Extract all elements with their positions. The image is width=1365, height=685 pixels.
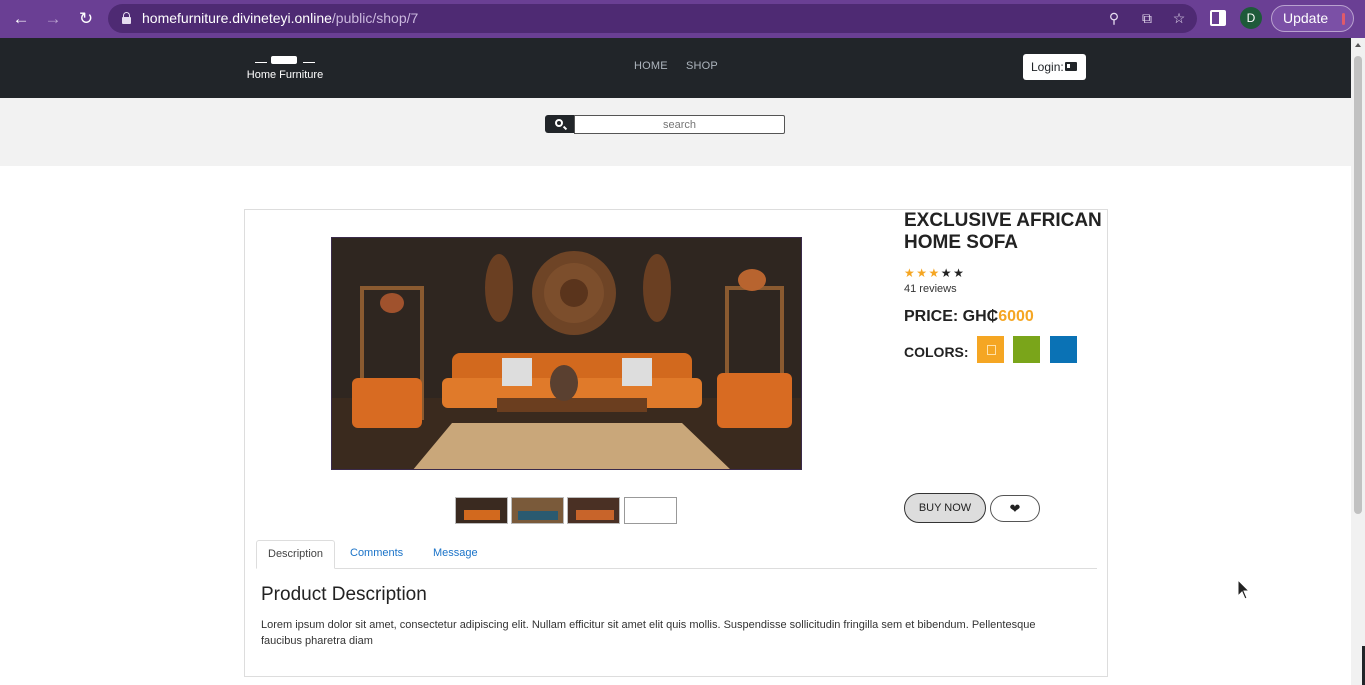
- browser-toolbar: ← → ↻ homefurniture.divineteyi.online/pu…: [0, 0, 1365, 38]
- rating-stars: ★★★★★: [904, 266, 965, 280]
- tab-comments[interactable]: Comments: [339, 540, 414, 569]
- product-card: EXCLUSIVE AFRICAN HOME SOFA ★★★★★ 41 rev…: [244, 209, 1108, 677]
- product-title: EXCLUSIVE AFRICAN HOME SOFA: [904, 210, 1102, 253]
- color-swatch-orange[interactable]: [977, 336, 1004, 363]
- share-icon[interactable]: ⧉: [1138, 9, 1156, 27]
- scroll-thumb[interactable]: [1354, 56, 1362, 514]
- sofa-room-illustration: [332, 238, 801, 469]
- scroll-up-arrow-icon[interactable]: [1355, 43, 1361, 47]
- search-input[interactable]: [574, 115, 785, 134]
- search-section: [0, 98, 1351, 166]
- tab-description[interactable]: Description: [256, 540, 336, 569]
- sofa-logo-icon: [255, 54, 315, 66]
- heart-icon: ❤: [1009, 501, 1021, 516]
- url-text[interactable]: homefurniture.divineteyi.online/public/s…: [142, 10, 418, 26]
- thumbnail-image: [456, 498, 507, 523]
- price: PRICE: GH₵6000: [904, 308, 1034, 325]
- mouse-cursor-icon: [1237, 579, 1251, 600]
- id-card-icon: [1065, 62, 1077, 71]
- logo-text: Home Furniture: [246, 69, 324, 81]
- thumbnail-image: [568, 498, 619, 523]
- product-thumbnail-empty[interactable]: [624, 497, 677, 524]
- bookmark-star-icon[interactable]: ☆: [1170, 9, 1188, 27]
- color-swatch-green[interactable]: [1013, 336, 1040, 363]
- back-arrow-icon[interactable]: ←: [9, 7, 33, 31]
- update-button[interactable]: Update: [1271, 5, 1354, 32]
- forward-arrow-icon[interactable]: →: [41, 7, 65, 31]
- product-thumbnail[interactable]: [455, 497, 508, 524]
- star-empty-icon: ★: [940, 266, 954, 280]
- reload-icon[interactable]: ↻: [74, 7, 98, 31]
- description-text: Lorem ipsum dolor sit amet, consectetur …: [261, 619, 1036, 647]
- star-filled-icon: ★: [904, 266, 917, 280]
- lock-icon: [122, 12, 131, 24]
- login-button[interactable]: Login:: [1023, 54, 1086, 80]
- star-empty-icon: ★: [953, 266, 966, 280]
- thumbnail-image: [512, 498, 563, 523]
- search-button[interactable]: [545, 115, 574, 133]
- review-count: 41 reviews: [904, 283, 957, 295]
- product-main-image[interactable]: [331, 237, 802, 470]
- site-navbar: Home Furniture HOME SHOP Login:: [0, 38, 1351, 98]
- nav-home[interactable]: HOME: [634, 60, 668, 72]
- zoom-icon[interactable]: ⚲: [1105, 9, 1123, 27]
- star-filled-icon: ★: [916, 266, 929, 280]
- product-thumbnail[interactable]: [511, 497, 564, 524]
- side-panel-icon[interactable]: [1210, 10, 1226, 26]
- nav-shop[interactable]: SHOP: [686, 60, 718, 72]
- color-swatch-blue[interactable]: [1050, 336, 1077, 363]
- profile-avatar[interactable]: D: [1240, 7, 1262, 29]
- page-scrollbar[interactable]: [1351, 38, 1365, 685]
- address-bar[interactable]: homefurniture.divineteyi.online/public/s…: [108, 4, 1197, 33]
- tab-message[interactable]: Message: [422, 540, 489, 569]
- menu-dots-icon: [1342, 13, 1345, 25]
- price-value: 6000: [998, 308, 1034, 325]
- product-thumbnail[interactable]: [567, 497, 620, 524]
- wishlist-button[interactable]: ❤: [990, 495, 1040, 522]
- star-filled-icon: ★: [928, 266, 941, 280]
- search-icon: [555, 119, 563, 127]
- buy-now-button[interactable]: BUY NOW: [904, 493, 986, 523]
- colors-label: COLORS:: [904, 344, 969, 360]
- description-heading: Product Description: [261, 584, 427, 605]
- product-tabs: Description Comments Message: [256, 540, 1097, 569]
- site-logo[interactable]: Home Furniture: [243, 54, 327, 81]
